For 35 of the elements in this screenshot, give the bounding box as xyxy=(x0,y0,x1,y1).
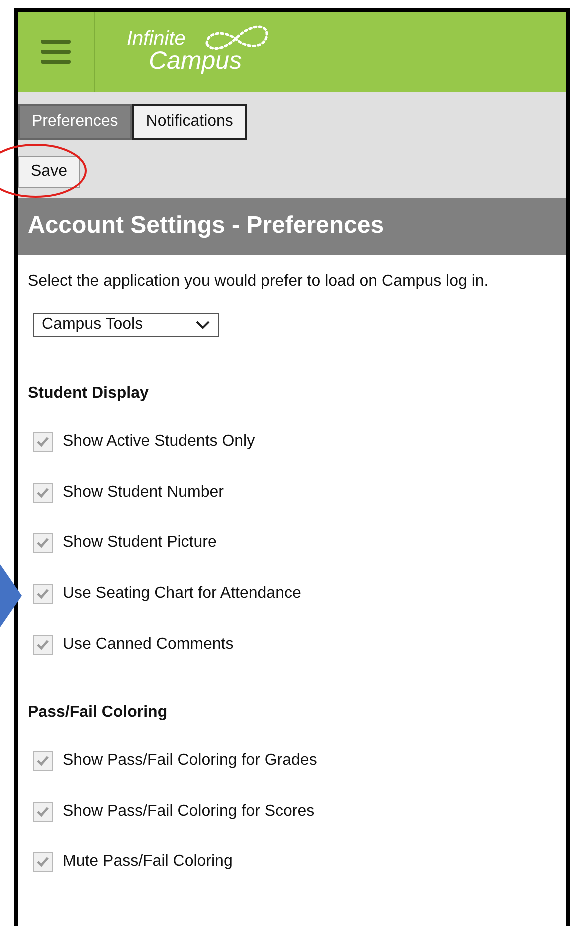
instruction-text: Select the application you would prefer to load on Campus log in. xyxy=(28,273,490,291)
checkbox[interactable] xyxy=(33,751,53,772)
save-button[interactable]: Save xyxy=(18,156,80,188)
checkmark-icon xyxy=(36,486,50,499)
option-label: Mute Pass/Fail Coloring xyxy=(63,853,233,872)
checkbox[interactable] xyxy=(33,533,53,554)
checkmark-icon xyxy=(36,588,50,600)
checkmark-icon xyxy=(36,806,50,818)
menu-icon[interactable] xyxy=(41,40,71,64)
option-label: Show Student Picture xyxy=(63,534,217,552)
checkbox[interactable] xyxy=(33,634,53,655)
tab[interactable]: Preferences xyxy=(18,104,132,140)
checkbox[interactable] xyxy=(33,482,53,503)
checkbox[interactable] xyxy=(33,802,53,822)
section-title: Account Settings - Preferences xyxy=(18,198,566,255)
option-label: Use Seating Chart for Attendance xyxy=(63,585,302,604)
checkbox[interactable] xyxy=(33,432,53,452)
checkmark-icon xyxy=(36,755,50,768)
option-label: Show Student Number xyxy=(63,484,224,502)
checkbox[interactable] xyxy=(33,852,53,872)
group-heading: Pass/Fail Coloring xyxy=(28,704,169,722)
checkmark-icon xyxy=(36,856,50,868)
checkmark-icon xyxy=(36,638,50,651)
option-label: Use Canned Comments xyxy=(63,636,234,654)
group-heading: Student Display xyxy=(28,385,150,403)
chevron-down-icon xyxy=(196,320,210,330)
tab[interactable]: Notifications xyxy=(132,104,248,140)
checkmark-icon xyxy=(36,436,50,448)
checkmark-icon xyxy=(36,537,50,550)
checkbox[interactable] xyxy=(33,584,53,604)
pointer-arrow xyxy=(0,564,22,628)
option-label: Show Pass/Fail Coloring for Grades xyxy=(63,752,318,770)
option-label: Show Active Students Only xyxy=(63,433,256,452)
application-dropdown[interactable]: Campus Tools xyxy=(33,313,219,337)
option-label: Show Pass/Fail Coloring for Scores xyxy=(63,802,315,821)
